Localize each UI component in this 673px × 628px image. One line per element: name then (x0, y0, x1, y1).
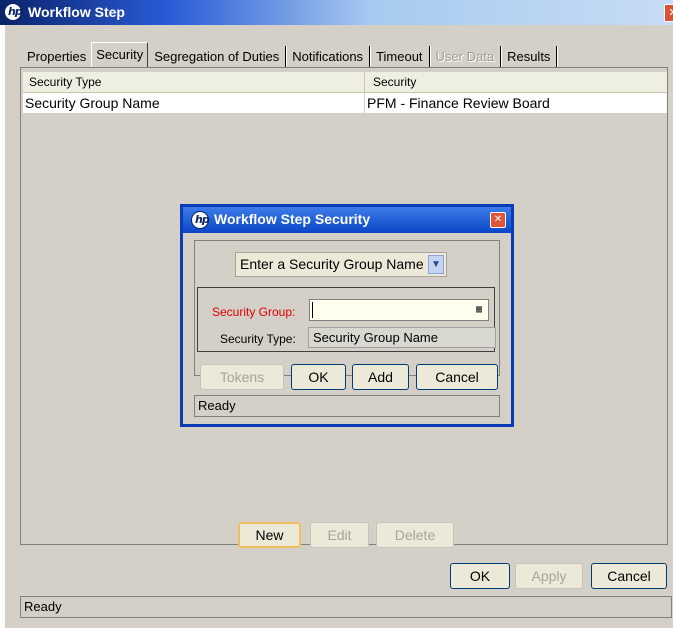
cell-divider (364, 93, 365, 113)
dialog-status-bar: Ready (194, 395, 500, 417)
cancel-button[interactable]: Cancel (591, 563, 667, 589)
status-bar: Ready (20, 596, 672, 618)
cell-security: PFM - Finance Review Board (367, 95, 550, 111)
column-header-security-type[interactable]: Security Type (29, 75, 101, 89)
lookup-list-icon[interactable]: ▦ (476, 302, 489, 317)
security-mode-select[interactable]: Enter a Security Group Name ▼ (235, 252, 447, 277)
security-group-label: Security Group: (212, 305, 296, 319)
security-mode-value: Enter a Security Group Name (240, 256, 424, 272)
window-titlebar: hp Workflow Step ✕ (0, 0, 673, 25)
dialog-body: Enter a Security Group Name ▼ Security G… (183, 233, 511, 424)
cell-security-type: Security Group Name (25, 95, 160, 111)
dialog-cancel-button[interactable]: Cancel (416, 364, 498, 390)
window-title: Workflow Step (28, 4, 125, 20)
close-icon[interactable]: ✕ (664, 4, 673, 22)
dialog-title: Workflow Step Security (214, 211, 371, 227)
tab-properties[interactable]: Properties (21, 46, 94, 68)
table-row[interactable]: Security Group Name PFM - Finance Review… (23, 93, 667, 114)
column-header-security[interactable]: Security (373, 75, 416, 89)
security-dialog: hp Workflow Step Security ✕ Enter a Secu… (180, 204, 514, 427)
dialog-titlebar: hp Workflow Step Security ✕ (183, 207, 511, 233)
tab-security[interactable]: Security (91, 42, 149, 68)
security-type-field: Security Group Name (308, 327, 496, 348)
chevron-down-icon[interactable]: ▼ (428, 255, 444, 274)
tab-segregation-of-duties[interactable]: Segregation of Duties (148, 46, 287, 68)
table-header: Security Type Security (23, 72, 667, 93)
text-caret (312, 302, 313, 318)
new-button[interactable]: New (238, 522, 301, 548)
tab-bar: Properties Security Segregation of Dutie… (21, 42, 558, 68)
column-divider[interactable] (364, 72, 365, 92)
security-type-label: Security Type: (220, 332, 296, 346)
add-button[interactable]: Add (352, 364, 409, 390)
dialog-ok-button[interactable]: OK (291, 364, 346, 390)
edit-button: Edit (310, 522, 369, 548)
tab-results[interactable]: Results (501, 46, 558, 68)
tab-notifications[interactable]: Notifications (286, 46, 371, 68)
tokens-button: Tokens (200, 364, 284, 390)
apply-button: Apply (515, 563, 583, 589)
close-icon[interactable]: ✕ (490, 212, 506, 228)
workflow-step-window: hp Workflow Step ✕ Properties Security S… (0, 0, 673, 628)
ok-button[interactable]: OK (450, 563, 510, 589)
tab-user-data: User Data (430, 46, 502, 68)
security-group-input[interactable]: ▦ (309, 299, 489, 321)
tab-timeout[interactable]: Timeout (370, 46, 430, 68)
hp-logo-icon: hp (191, 211, 210, 229)
hp-logo-icon: hp (4, 3, 23, 21)
delete-button: Delete (376, 522, 454, 548)
